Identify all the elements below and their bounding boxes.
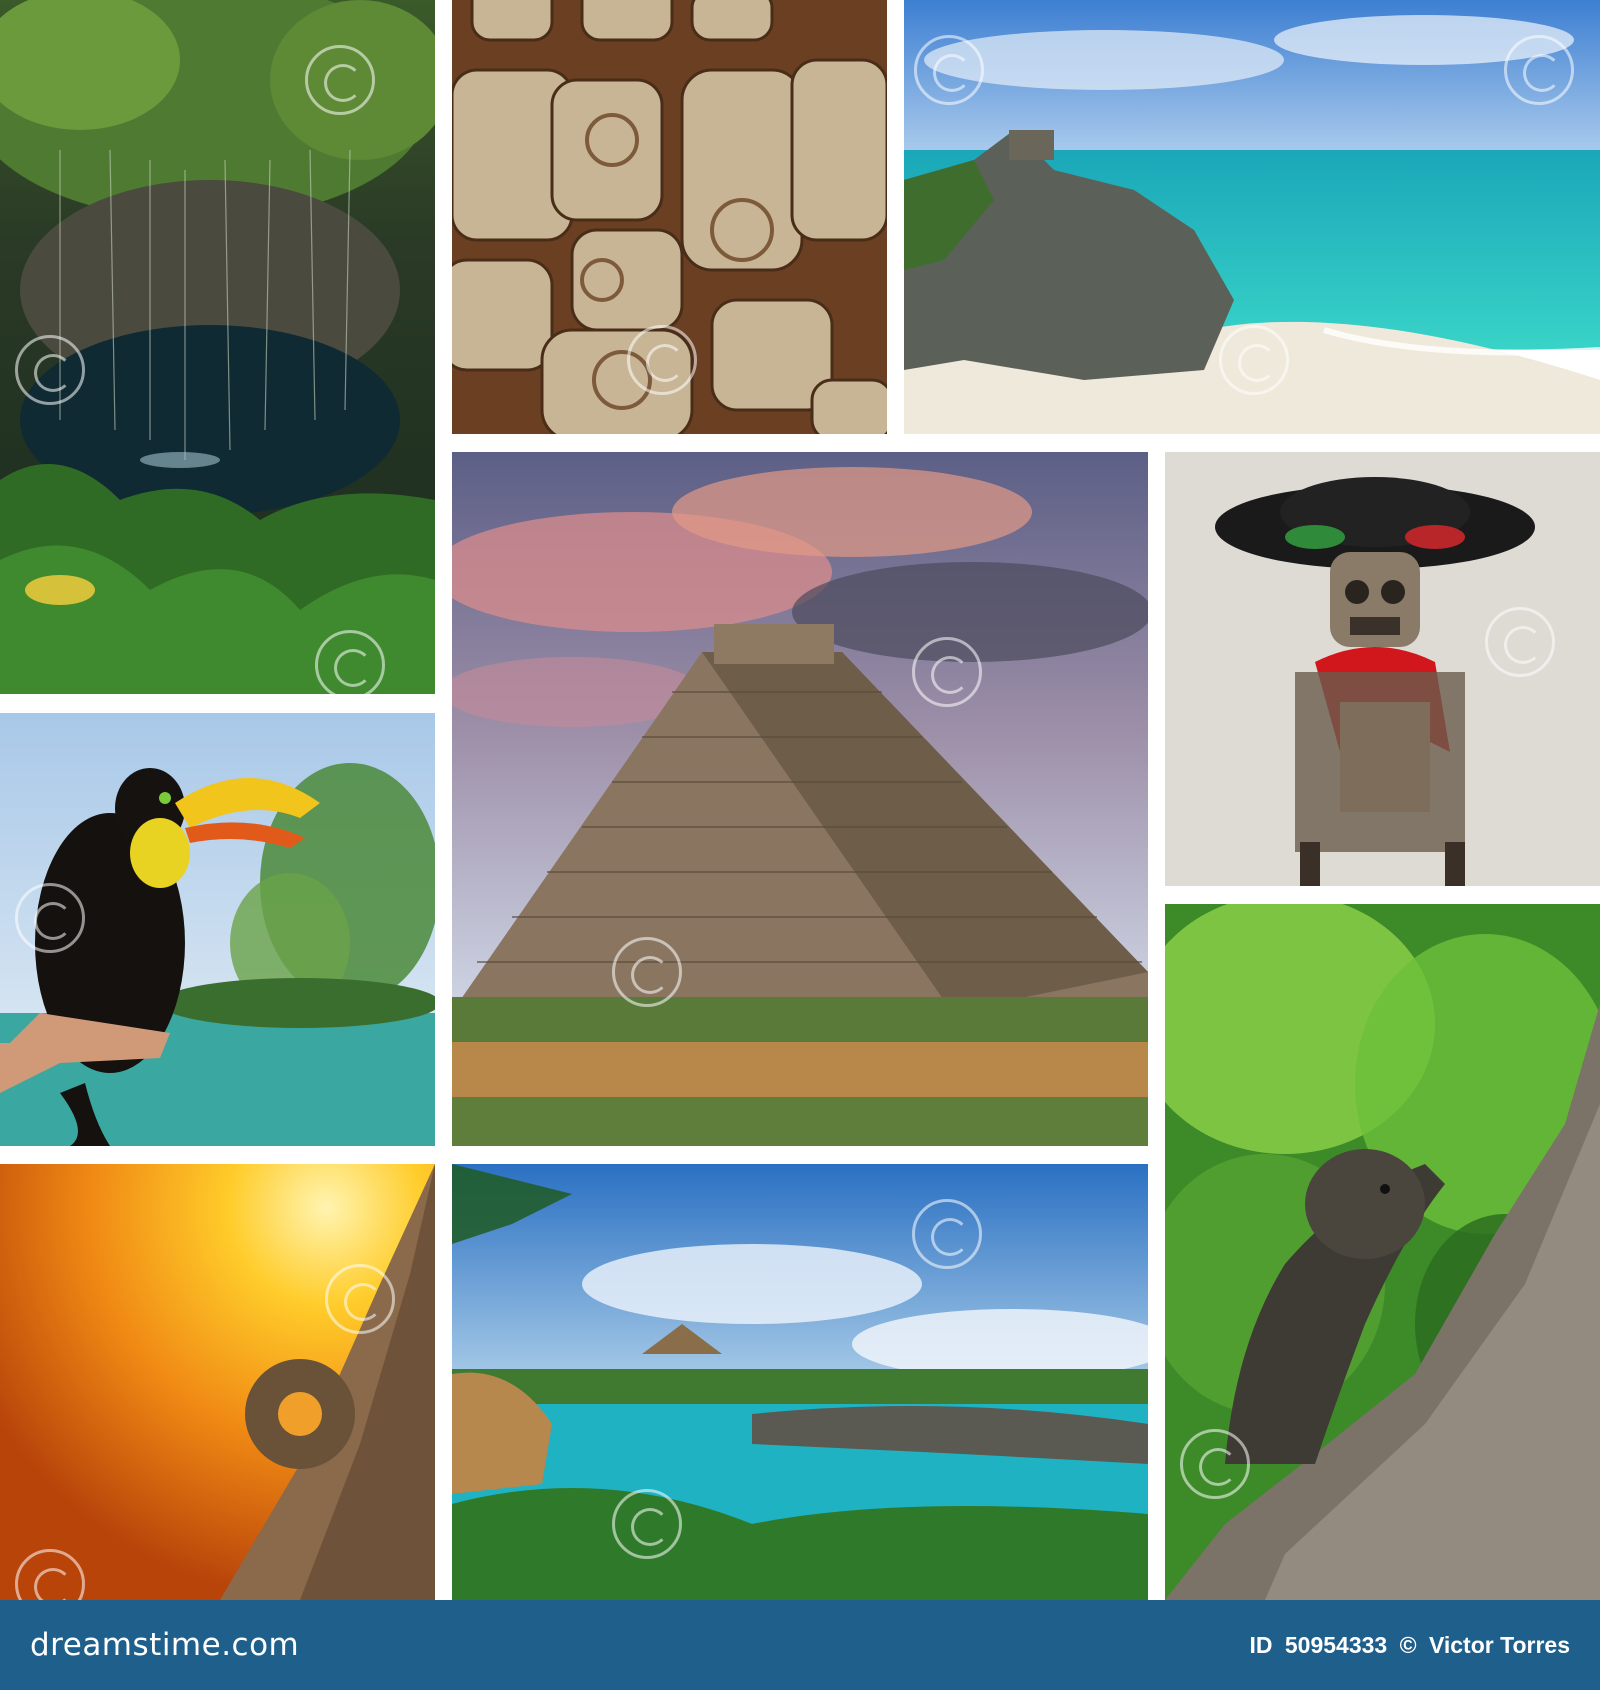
lagoon-photo: [452, 1164, 1148, 1600]
watermark-icon: [1219, 325, 1289, 395]
id-label: ID: [1249, 1631, 1273, 1658]
pyramid-photo: [452, 452, 1148, 1146]
ballgame-ring-photo: [0, 1164, 435, 1600]
copyright-symbol: ©: [1399, 1631, 1417, 1658]
watermark-icon: [914, 35, 984, 105]
watermark-icon: [912, 1199, 982, 1269]
photo-collage: [0, 0, 1600, 1600]
watermark-icon: [325, 1264, 395, 1334]
skeleton-sombrero-photo: [1165, 452, 1600, 886]
watermark-icon: [1485, 607, 1555, 677]
watermark-icon: [315, 630, 385, 694]
watermark-icon: [912, 637, 982, 707]
watermark-icon: [15, 883, 85, 953]
watermark-icon: [15, 335, 85, 405]
cenote-photo: [0, 0, 435, 694]
watermark-icon: [1504, 35, 1574, 105]
mayan-glyphs-photo: [452, 0, 887, 434]
watermark-icon: [612, 937, 682, 1007]
image-credit: ID 50954333 © Victor Torres: [1243, 1632, 1570, 1659]
footer-bar: dreamstime.com ID 50954333 © Victor Torr…: [0, 1600, 1600, 1690]
dreamstime-logo[interactable]: dreamstime.com: [30, 1627, 299, 1663]
iguana-photo: [1165, 904, 1600, 1600]
watermark-icon: [612, 1489, 682, 1559]
toucan-photo: [0, 713, 435, 1146]
id-value: 50954333: [1284, 1631, 1388, 1658]
watermark-icon: [1180, 1429, 1250, 1499]
watermark-icon: [627, 325, 697, 395]
tulum-beach-photo: [904, 0, 1600, 434]
author-name: Victor Torres: [1428, 1631, 1570, 1658]
watermark-icon: [305, 45, 375, 115]
